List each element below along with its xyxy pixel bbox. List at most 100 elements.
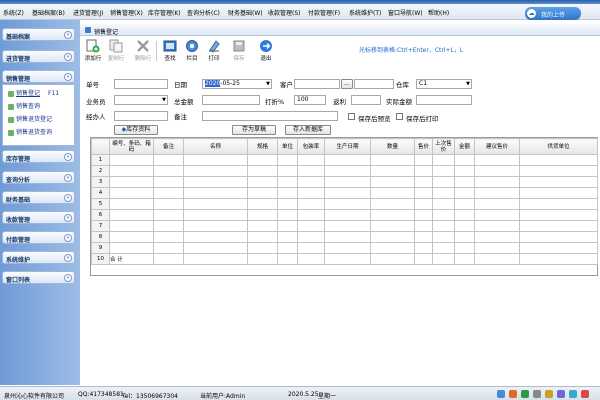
table-cell[interactable] [519,165,598,177]
table-cell[interactable] [109,187,154,199]
table-cell[interactable] [474,253,520,265]
table-cell[interactable] [454,209,475,221]
table-cell[interactable] [277,242,298,254]
column-header[interactable]: 单位 [277,138,298,155]
table-cell[interactable] [432,231,455,243]
table-row[interactable]: 10 合 计 [91,253,598,265]
table-cell[interactable] [519,231,598,243]
column-header[interactable]: 编号、条码、箱码 [109,138,154,155]
menu-help[interactable]: 帮助(H) [428,8,449,17]
table-cell[interactable] [183,242,248,254]
table-row[interactable]: 7 [91,220,598,232]
save-new-button[interactable]: 存入新据库 [285,125,331,135]
table-cell[interactable] [432,176,455,188]
warehouse-select[interactable]: C1 ▼ [416,79,472,89]
sidebar-group-maintenance[interactable]: 系统维护 » [2,251,75,264]
table-cell[interactable] [183,198,248,210]
stock-info-button[interactable]: ◆库存资料 [114,125,158,135]
save-draft-button[interactable]: 存为草稿 [232,125,276,135]
table-cell[interactable] [474,242,520,254]
sidebar-group-purchase[interactable]: 进货管理 » [2,50,75,63]
print-button[interactable]: 打印 [202,39,226,65]
table-cell[interactable] [109,154,154,166]
menu-maintenance[interactable]: 系统维护(T) [349,8,381,17]
customer-browse-button[interactable]: ... [341,79,353,89]
table-cell[interactable] [454,220,475,232]
table-cell[interactable] [153,154,184,166]
copy-row-button[interactable]: 复制行 [104,39,128,65]
sidebar-group-basic-files[interactable]: 基础档案 » [2,28,75,41]
table-cell[interactable] [432,187,455,199]
column-header[interactable]: 供货单位 [519,138,598,155]
table-cell[interactable] [519,253,598,265]
table-cell[interactable] [474,187,520,199]
table-cell[interactable] [414,231,433,243]
column-header[interactable]: 建议售价 [474,138,520,155]
table-cell[interactable] [153,220,184,232]
tray-icon[interactable] [545,390,553,398]
table-cell[interactable] [153,231,184,243]
table-cell[interactable] [297,231,325,243]
table-cell[interactable] [414,242,433,254]
table-cell[interactable] [297,165,325,177]
column-header[interactable]: 上次售价 [432,138,455,155]
table-cell[interactable] [474,209,520,221]
table-cell[interactable] [414,176,433,188]
table-cell[interactable] [432,154,455,166]
table-cell[interactable] [153,253,184,265]
table-cell[interactable] [297,242,325,254]
table-cell[interactable] [153,187,184,199]
table-cell[interactable] [109,242,154,254]
sidebar-group-query[interactable]: 查询分析 » [2,171,75,184]
find-button[interactable]: 查找 [158,39,182,65]
table-cell[interactable] [519,242,598,254]
table-cell[interactable] [247,220,278,232]
table-cell[interactable] [454,187,475,199]
menu-receivables[interactable]: 收款管理(S) [268,8,301,17]
customer-name-field[interactable] [354,79,394,89]
table-cell[interactable] [474,176,520,188]
rebate-field[interactable] [351,95,381,105]
save-button[interactable]: 保存 [227,39,251,65]
tray-icon[interactable] [569,390,577,398]
date-field[interactable]: 2020-05-25 ▼ [202,79,272,89]
total-label[interactable]: 合 计 [109,253,154,265]
table-cell[interactable] [474,154,520,166]
sidebar-group-sales[interactable]: 销售管理 « [2,70,75,83]
table-cell[interactable] [277,198,298,210]
sidebar-group-payables[interactable]: 付款管理 » [2,231,75,244]
table-cell[interactable] [324,154,371,166]
table-cell[interactable] [370,176,415,188]
table-cell[interactable] [277,154,298,166]
table-cell[interactable] [414,209,433,221]
table-cell[interactable] [183,176,248,188]
table-cell[interactable] [183,220,248,232]
sidebar-group-receivables[interactable]: 收款管理 » [2,211,75,224]
tray-icon[interactable] [509,390,517,398]
salesman-select[interactable]: ▼ [114,95,168,105]
table-cell[interactable] [414,253,433,265]
table-cell[interactable] [454,165,475,177]
table-cell[interactable] [297,220,325,232]
table-cell[interactable] [370,198,415,210]
table-cell[interactable] [519,220,598,232]
table-cell[interactable] [432,198,455,210]
table-cell[interactable] [324,176,371,188]
column-header[interactable]: 包装率 [297,138,325,155]
table-cell[interactable] [414,187,433,199]
table-cell[interactable] [370,220,415,232]
table-row[interactable]: 5 [91,198,598,210]
sidebar-item-sales-register[interactable]: 销售登记 F11 [8,88,59,97]
table-cell[interactable] [432,253,455,265]
table-cell[interactable] [247,198,278,210]
save-print-checkbox[interactable] [396,113,403,120]
tray-icon[interactable] [557,390,565,398]
menu-sales[interactable]: 销售管理(X) [110,8,143,17]
table-cell[interactable] [370,242,415,254]
sidebar-group-window-list[interactable]: 窗口列表 » [2,271,75,284]
table-cell[interactable] [153,242,184,254]
table-cell[interactable] [432,220,455,232]
table-row[interactable]: 1 [91,154,598,166]
menu-payables[interactable]: 付款管理(F) [308,8,340,17]
table-row[interactable]: 2 [91,165,598,177]
